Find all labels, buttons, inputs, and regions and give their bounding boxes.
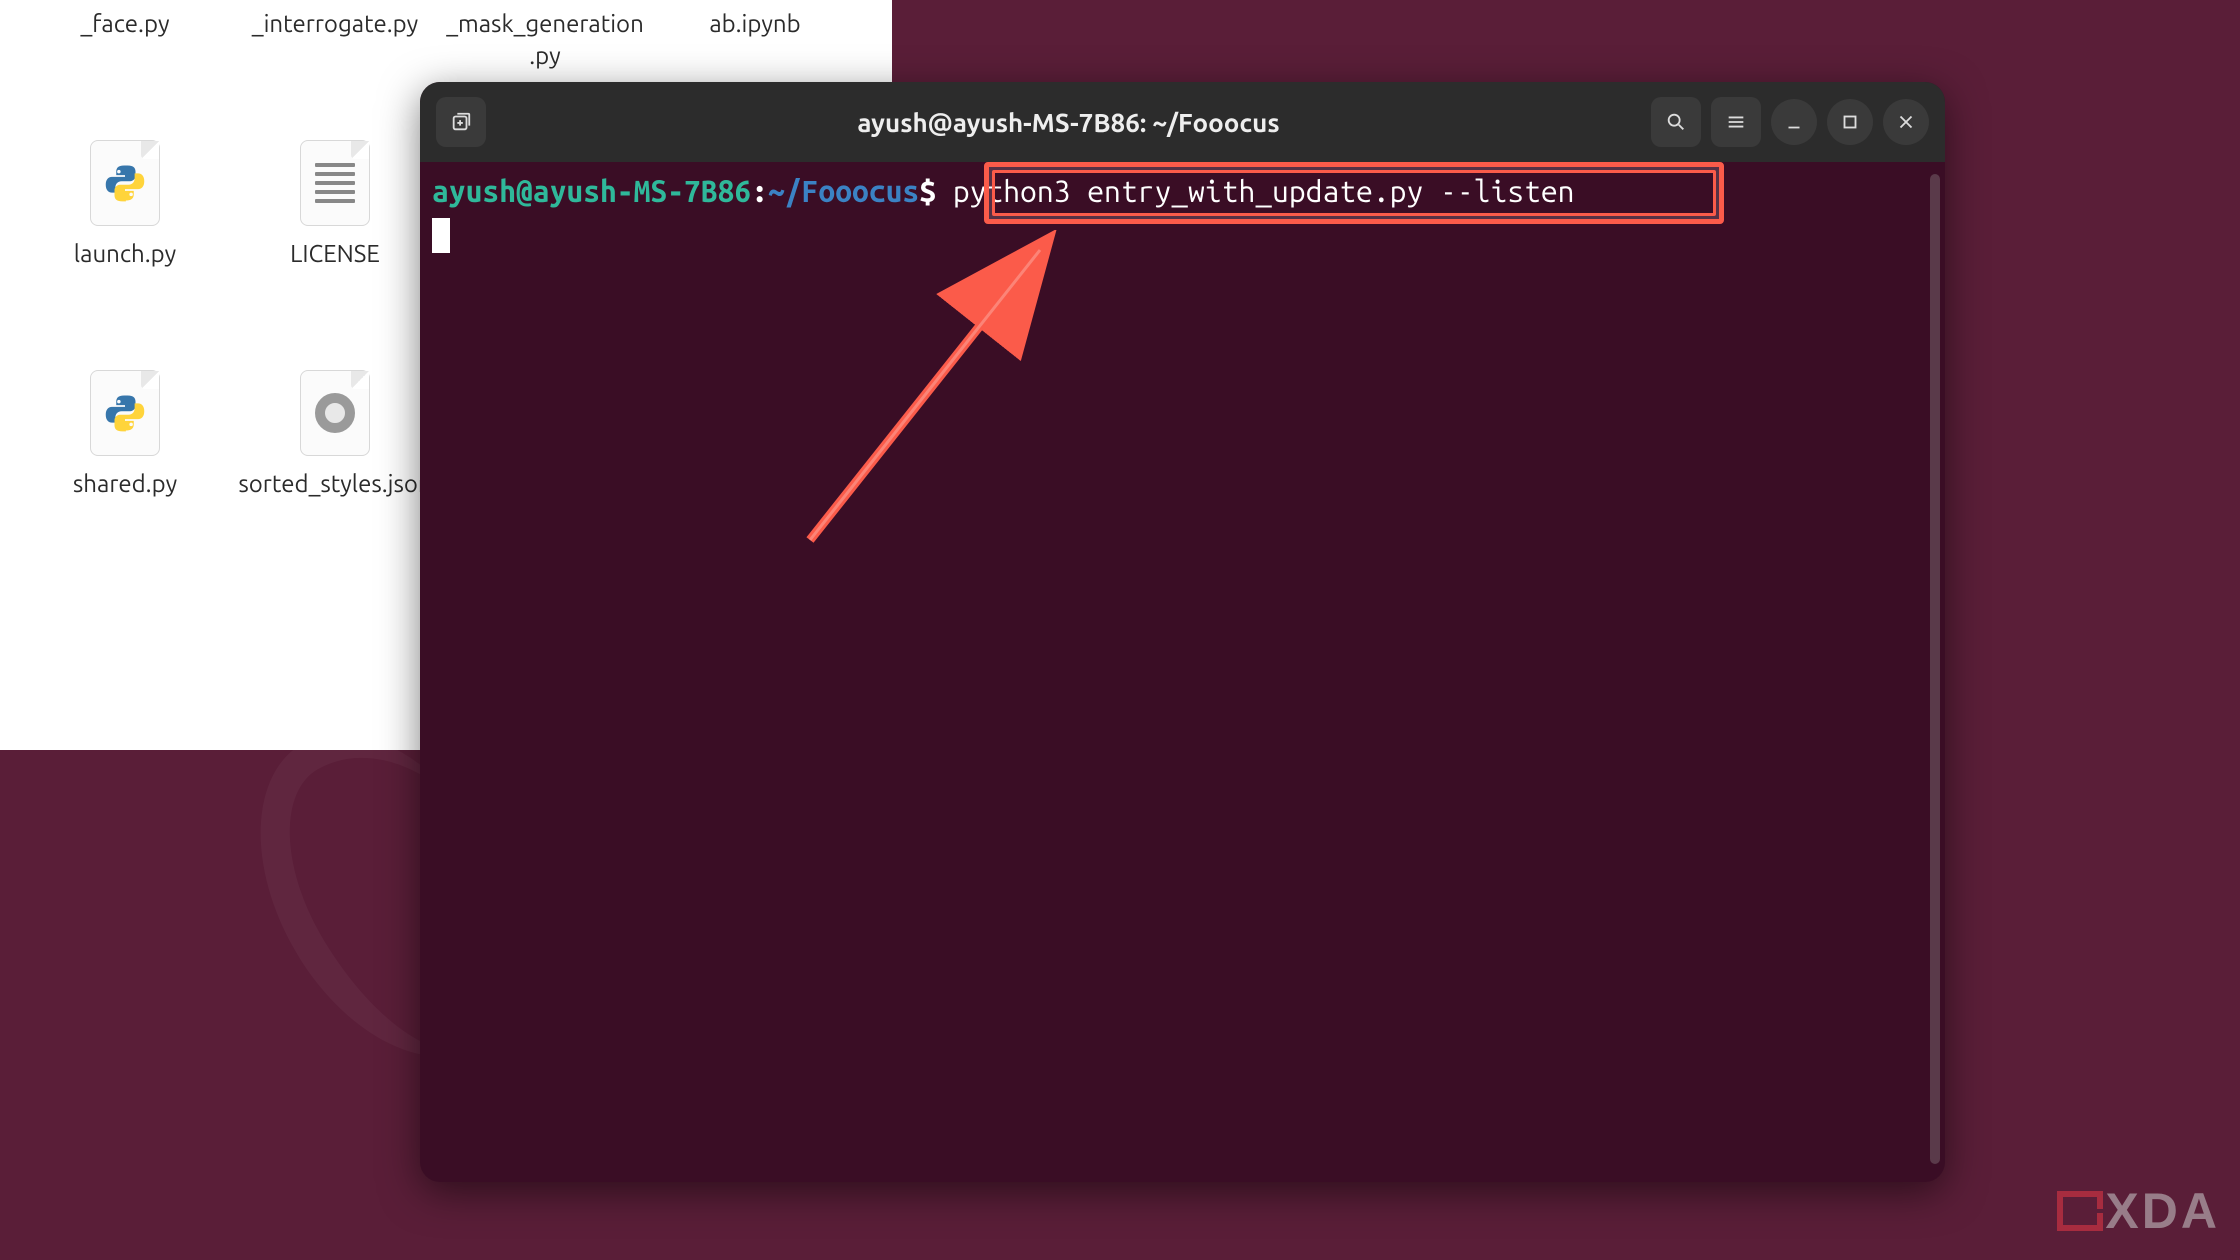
file-label: LICENSE	[290, 238, 380, 270]
file-label: sorted_styles.json	[238, 468, 431, 500]
file-label: launch.py	[74, 238, 176, 270]
minimize-button[interactable]	[1771, 99, 1817, 145]
python-file-icon	[90, 140, 160, 226]
prompt-user: ayush@ayush-MS-7B86	[432, 174, 751, 208]
file-item-sorted-styles-json[interactable]: sorted_styles.json	[230, 320, 440, 550]
file-item[interactable]: _interrogate.py	[230, 0, 440, 90]
json-file-icon	[300, 370, 370, 456]
file-item-shared-py[interactable]: shared.py	[20, 320, 230, 550]
file-item-license[interactable]: LICENSE	[230, 90, 440, 320]
prompt-colon: :	[751, 174, 768, 208]
search-button[interactable]	[1651, 97, 1701, 147]
xda-logo-icon	[2057, 1191, 2097, 1231]
python-file-icon	[90, 370, 160, 456]
prompt-dollar: $	[919, 174, 936, 208]
file-item-launch-py[interactable]: launch.py	[20, 90, 230, 320]
hamburger-menu-button[interactable]	[1711, 97, 1761, 147]
file-label: _interrogate.py	[252, 8, 418, 40]
file-label: shared.py	[73, 468, 177, 500]
close-button[interactable]	[1883, 99, 1929, 145]
terminal-body[interactable]: ayush@ayush-MS-7B86:~/Fooocus$ python3 e…	[420, 162, 1945, 1182]
file-label: ab.ipynb	[709, 8, 800, 40]
file-label: _mask_generation.py	[445, 8, 645, 73]
new-tab-button[interactable]	[436, 97, 486, 147]
terminal-title: ayush@ayush-MS-7B86: ~/Fooocus	[496, 108, 1641, 137]
file-item[interactable]: ab.ipynb	[650, 0, 860, 90]
xda-watermark: XDA	[2057, 1182, 2220, 1240]
terminal-command: python3 entry_with_update.py --listen	[953, 174, 1575, 208]
file-label: _face.py	[80, 8, 169, 40]
text-file-icon	[300, 140, 370, 226]
terminal-cursor	[432, 218, 450, 253]
terminal-window: ayush@ayush-MS-7B86: ~/Fooocus ayush@ayu…	[420, 82, 1945, 1182]
file-item[interactable]: _face.py	[20, 0, 230, 90]
file-item[interactable]: _mask_generation.py	[440, 0, 650, 90]
terminal-scrollbar[interactable]	[1930, 174, 1940, 1164]
maximize-button[interactable]	[1827, 99, 1873, 145]
prompt-path: ~/Fooocus	[768, 174, 919, 208]
terminal-titlebar: ayush@ayush-MS-7B86: ~/Fooocus	[420, 82, 1945, 162]
xda-text: XDA	[2105, 1182, 2220, 1240]
